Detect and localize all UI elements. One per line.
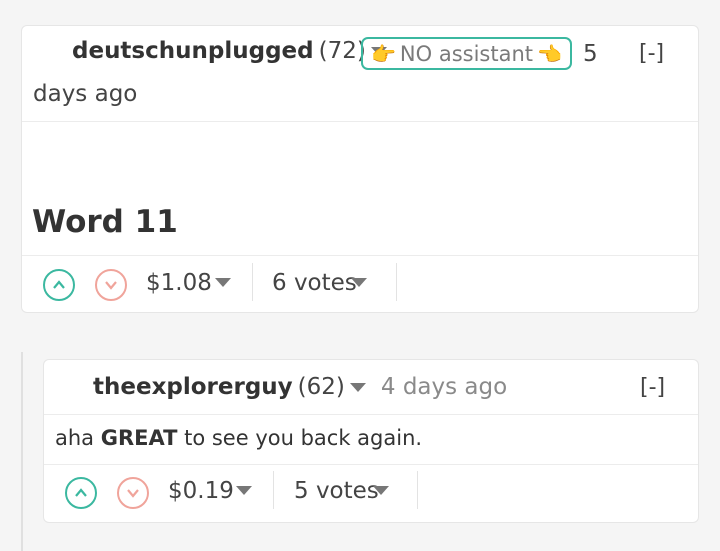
pointing-right-hand-icon: 👉: [371, 41, 396, 66]
post-author-reputation: (72): [318, 38, 366, 64]
badge-label: NO assistant: [399, 41, 533, 66]
post-time-suffix: days ago: [33, 81, 138, 107]
reply-body-bold: GREAT: [100, 426, 178, 450]
reply-footer-divider: [44, 464, 698, 465]
reply-payout-dropdown-icon[interactable]: [236, 486, 252, 495]
reply-footer-separator: [273, 471, 274, 509]
reply-author-link[interactable]: theexplorerguy: [93, 374, 293, 400]
reply-thread-line: [21, 352, 23, 551]
reply-body-text-1: aha: [55, 426, 101, 450]
reply-collapse-toggle[interactable]: [-]: [640, 375, 665, 400]
post-footer-divider: [22, 255, 698, 256]
post-downvote-button[interactable]: [95, 269, 127, 301]
post-votes[interactable]: 6 votes: [272, 270, 357, 296]
post-payout-dropdown-icon[interactable]: [215, 278, 231, 287]
downvote-icon: [105, 281, 117, 290]
reply-downvote-button[interactable]: [117, 477, 149, 509]
post-card: deutschunplugged (72) 👉 NO assistant 👈 5…: [21, 25, 699, 313]
pointing-left-hand-icon: 👈: [537, 41, 562, 66]
downvote-icon: [127, 489, 139, 498]
reply-card: theexplorerguy (62) 4 days ago [-] aha G…: [43, 359, 699, 523]
reply-votes[interactable]: 5 votes: [294, 478, 379, 504]
reply-upvote-button[interactable]: [65, 477, 97, 509]
post-header-divider: [22, 121, 698, 122]
post-author-link[interactable]: deutschunplugged: [72, 38, 314, 64]
post-author-line: deutschunplugged (72): [72, 38, 387, 64]
reply-body-text-2: to see you back again.: [177, 426, 423, 450]
reply-payout[interactable]: $0.19: [168, 478, 234, 504]
reply-author-dropdown-icon[interactable]: [349, 382, 366, 392]
post-payout[interactable]: $1.08: [146, 270, 212, 296]
reply-footer-separator-2: [417, 471, 418, 509]
post-footer-separator-2: [396, 263, 397, 301]
post-votes-dropdown-icon[interactable]: [351, 278, 367, 287]
post-collapse-toggle[interactable]: [-]: [639, 41, 664, 66]
upvote-icon: [75, 488, 87, 497]
post-footer-separator: [252, 263, 253, 301]
reply-author-line: theexplorerguy (62) 4 days ago: [93, 374, 507, 400]
reply-author-reputation: (62): [297, 374, 345, 400]
no-assistant-badge: 👉 NO assistant 👈: [361, 37, 572, 70]
post-upvote-button[interactable]: [43, 269, 75, 301]
reply-votes-dropdown-icon[interactable]: [373, 486, 389, 495]
reply-time: 4 days ago: [380, 374, 508, 400]
post-time-number: 5: [583, 41, 598, 67]
upvote-icon: [53, 280, 65, 289]
post-title: Word 11: [32, 204, 178, 240]
reply-body: aha GREAT to see you back again.: [55, 426, 422, 450]
reply-header-divider: [44, 414, 698, 415]
